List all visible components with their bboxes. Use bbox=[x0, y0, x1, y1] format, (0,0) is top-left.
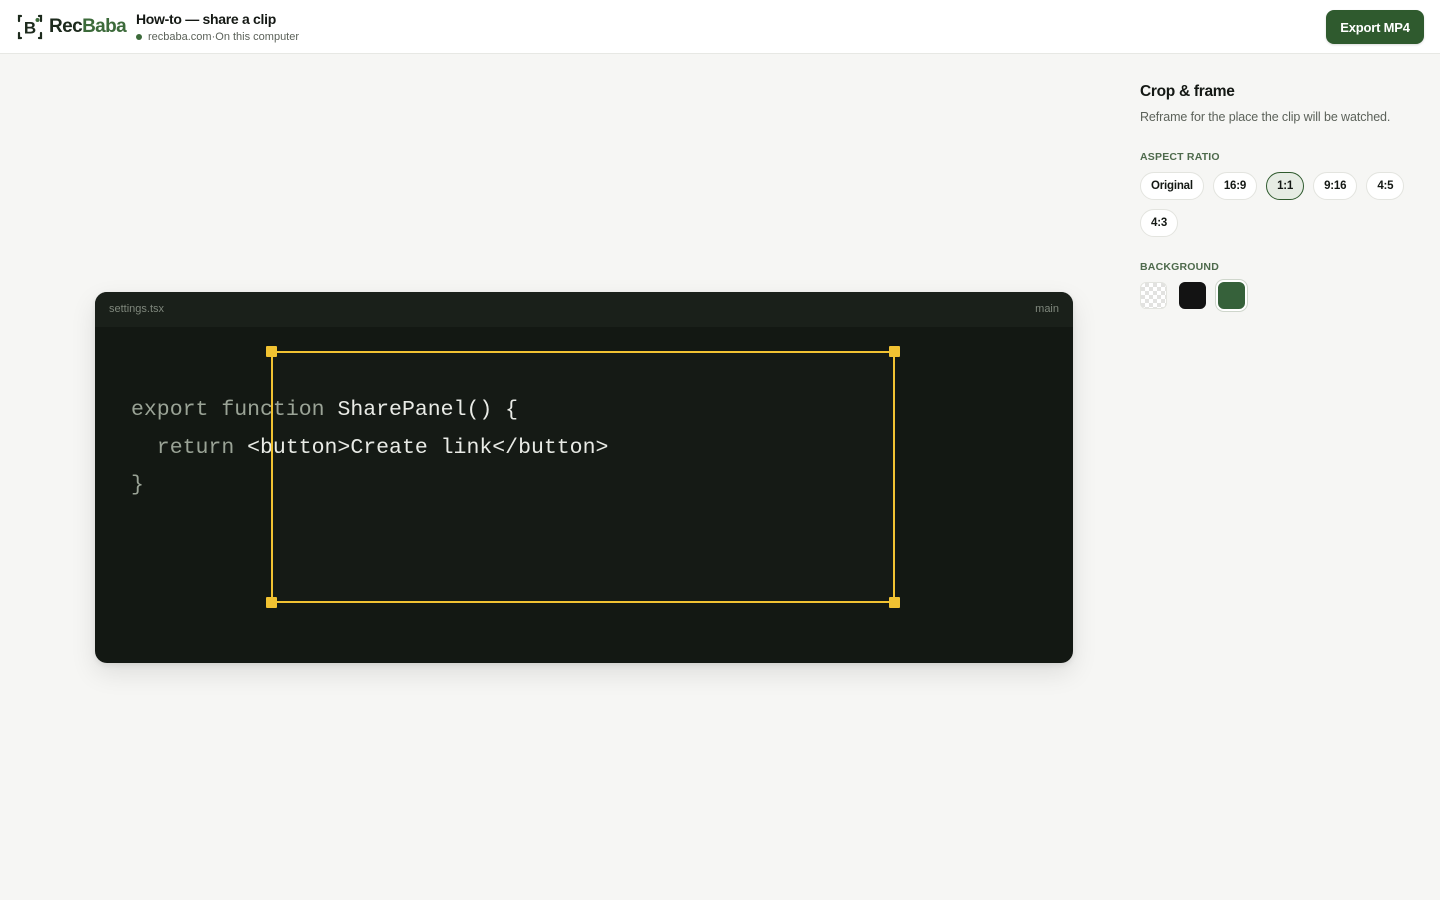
crop-handle-bottom-right[interactable] bbox=[889, 597, 900, 608]
ratio-16-9-button[interactable]: 16:9 bbox=[1212, 172, 1258, 200]
crop-handle-top-left[interactable] bbox=[266, 346, 277, 357]
branch-name: main bbox=[1035, 303, 1059, 315]
document-meta: recbaba.com·On this computer bbox=[136, 30, 299, 44]
aspect-ratio-label: Aspect ratio bbox=[1140, 151, 1220, 163]
crop-frame[interactable] bbox=[266, 346, 900, 608]
saved-status-icon bbox=[136, 34, 142, 40]
panel-description: Reframe for the place the clip will be w… bbox=[1140, 110, 1391, 124]
export-mp4-button[interactable]: Export MP4 bbox=[1326, 10, 1424, 44]
ratio-1-1-button[interactable]: 1:1 bbox=[1266, 172, 1305, 200]
background-label: Background bbox=[1140, 261, 1219, 273]
crop-frame-panel: Crop & frame Reframe for the place the c… bbox=[1140, 82, 1430, 309]
crop-handle-bottom-left[interactable] bbox=[266, 597, 277, 608]
ratio-original-button[interactable]: Original bbox=[1140, 172, 1204, 200]
editor-title-bar: settings.tsx main bbox=[95, 292, 1073, 327]
document-info: How-to — share a clip recbaba.com·On thi… bbox=[136, 10, 299, 44]
document-location: On this computer bbox=[215, 31, 300, 43]
background-green-swatch[interactable] bbox=[1218, 282, 1245, 309]
svg-text:B: B bbox=[24, 19, 36, 38]
background-black-swatch[interactable] bbox=[1179, 282, 1206, 309]
document-domain: recbaba.com bbox=[148, 31, 212, 43]
ratio-9-16-button[interactable]: 9:16 bbox=[1313, 172, 1358, 200]
top-bar: B RecBaba How-to — share a clip recbaba.… bbox=[0, 0, 1440, 54]
document-title[interactable]: How-to — share a clip bbox=[136, 10, 299, 28]
ratio-4-3-button[interactable]: 4:3 bbox=[1140, 209, 1179, 237]
aspect-ratio-options: Original 16:9 1:1 9:16 4:5 4:3 bbox=[1140, 172, 1420, 237]
panel-title: Crop & frame bbox=[1140, 83, 1235, 100]
file-name: settings.tsx bbox=[109, 303, 165, 315]
background-transparent-swatch[interactable] bbox=[1140, 282, 1167, 309]
crop-handle-top-right[interactable] bbox=[889, 346, 900, 357]
app-name: RecBaba bbox=[49, 16, 127, 37]
video-preview: settings.tsx main export function ShareP… bbox=[95, 292, 1073, 663]
recbaba-logo-icon: B bbox=[17, 14, 43, 40]
background-options bbox=[1140, 282, 1245, 309]
ratio-4-5-button[interactable]: 4:5 bbox=[1366, 172, 1405, 200]
app-logo[interactable]: B RecBaba bbox=[16, 13, 127, 41]
